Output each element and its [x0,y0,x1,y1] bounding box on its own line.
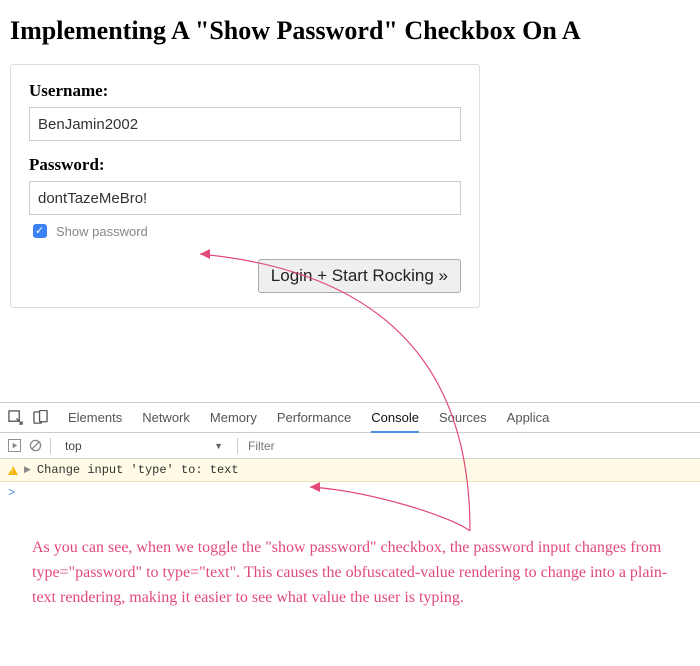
password-label: Password: [29,155,461,175]
tab-performance[interactable]: Performance [277,410,351,425]
password-input[interactable] [29,181,461,215]
show-password-label: Show password [56,224,148,239]
console-prompt[interactable]: > [0,482,700,504]
annotation-text: As you can see, when we toggle the "show… [32,536,672,610]
login-form: Username: Password: Show password Login … [10,64,480,308]
show-password-row[interactable]: Show password [29,221,461,241]
device-icon[interactable] [33,410,48,425]
inspect-icon[interactable] [8,410,23,425]
tab-application[interactable]: Applica [507,410,550,425]
warning-icon [8,466,18,475]
devtools-panel: Elements Network Memory Performance Cons… [0,402,700,504]
devtools-tabs: Elements Network Memory Performance Cons… [0,403,700,433]
play-icon[interactable] [8,439,21,452]
context-selector[interactable]: top ▼ [59,438,229,454]
tab-console[interactable]: Console [371,410,419,433]
page-title: Implementing A "Show Password" Checkbox … [10,16,700,46]
tab-memory[interactable]: Memory [210,410,257,425]
login-button[interactable]: Login + Start Rocking » [258,259,461,293]
tab-sources[interactable]: Sources [439,410,487,425]
tab-elements[interactable]: Elements [68,410,122,425]
console-filter-input[interactable] [246,438,692,454]
console-log-message: Change input 'type' to: text [37,463,239,477]
clear-console-icon[interactable] [29,439,42,452]
username-label: Username: [29,81,461,101]
expand-icon[interactable]: ▶ [24,465,31,475]
console-log-row: ▶ Change input 'type' to: text [0,459,700,482]
username-input[interactable] [29,107,461,141]
console-toolbar: top ▼ [0,433,700,459]
show-password-checkbox[interactable] [33,224,47,238]
chevron-down-icon: ▼ [214,441,223,451]
tab-network[interactable]: Network [142,410,190,425]
context-value: top [65,439,82,453]
